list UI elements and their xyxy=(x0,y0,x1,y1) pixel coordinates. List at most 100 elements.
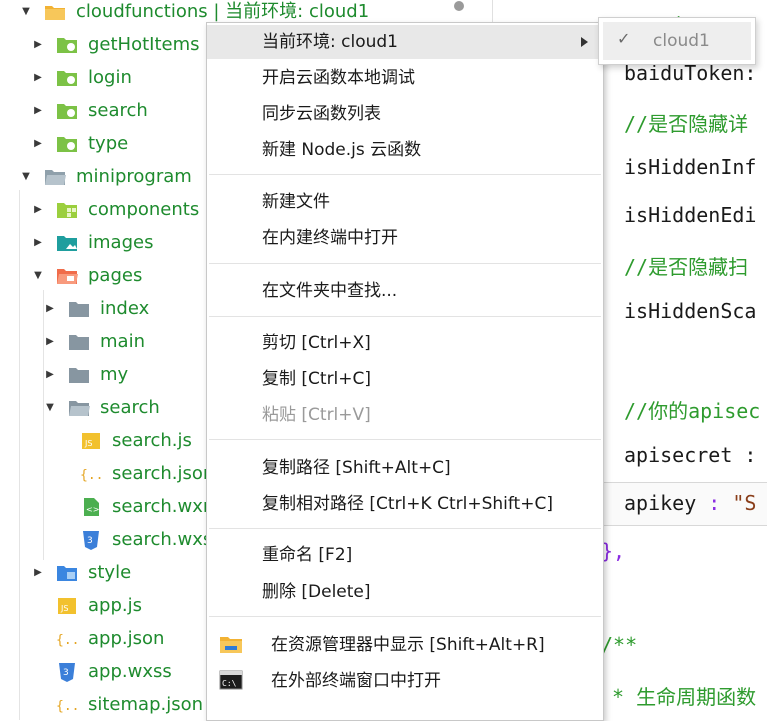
folder-gray-open-icon xyxy=(69,401,90,416)
tree-item-label: sitemap.json xyxy=(88,694,204,715)
chevron-right-icon[interactable]: ▶ xyxy=(32,61,44,94)
folder-pages-icon xyxy=(57,269,78,284)
submenu-item-cloud1[interactable]: ✓ cloud1 xyxy=(603,22,751,60)
menu-item-label: 在内建终端中打开 xyxy=(262,228,398,248)
tree-item-label: type xyxy=(88,133,129,154)
menu-item-rename[interactable]: 重命名 [F2] xyxy=(207,538,603,572)
menu-item-new-file[interactable]: 新建文件 xyxy=(207,185,603,219)
folder-green-icon xyxy=(57,137,77,152)
tree-item-label: pages xyxy=(88,265,143,286)
code-token: apisecret xyxy=(624,443,733,467)
chevron-right-icon[interactable]: ▶ xyxy=(44,292,56,325)
tree-item-label: images xyxy=(88,232,154,253)
folder-explorer-icon xyxy=(220,637,242,653)
menu-separator xyxy=(209,316,601,317)
svg-text:{..}: {..} xyxy=(80,468,102,483)
menu-item-label: 删除 [Delete] xyxy=(262,582,371,602)
submenu-item-label: cloud1 xyxy=(653,31,710,51)
chevron-right-icon[interactable]: ▶ xyxy=(32,226,44,259)
menu-item-copy-path[interactable]: 复制路径 [Shift+Alt+C] xyxy=(207,451,603,485)
folder-gray-icon xyxy=(69,368,89,383)
menu-item-label: 在资源管理器中显示 [Shift+Alt+R] xyxy=(271,635,545,655)
code-line: isHiddenInf xyxy=(624,155,757,179)
code-comment: * 生命周期函数 xyxy=(612,685,757,709)
menu-separator xyxy=(209,616,601,617)
menu-item-label: 重命名 [F2] xyxy=(262,545,353,565)
chevron-right-icon[interactable]: ▶ xyxy=(44,358,56,391)
menu-separator xyxy=(209,528,601,529)
menu-item-current-env[interactable]: 当前环境: cloud1 xyxy=(207,25,603,59)
tree-item-label: components xyxy=(88,199,200,220)
checkmark-icon: ✓ xyxy=(617,29,631,48)
folder-open-icon xyxy=(45,170,66,185)
wxss-file-icon: 3 xyxy=(83,531,99,550)
code-comment: /** xyxy=(601,633,638,657)
chevron-down-icon[interactable]: ▼ xyxy=(32,259,44,292)
menu-item-label: 复制相对路径 [Ctrl+K Ctrl+Shift+C] xyxy=(262,494,553,514)
chevron-right-icon[interactable]: ▶ xyxy=(32,556,44,589)
chevron-right-icon[interactable]: ▶ xyxy=(32,28,44,61)
menu-item-label: 新建文件 xyxy=(262,192,330,212)
menu-item-open-in-terminal[interactable]: 在内建终端中打开 xyxy=(207,221,603,255)
menu-item-sync-list[interactable]: 同步云函数列表 xyxy=(207,97,603,131)
code-token: : xyxy=(696,491,733,515)
folder-green-icon xyxy=(57,104,77,119)
menu-separator xyxy=(209,263,601,264)
menu-item-label: 当前环境: cloud1 xyxy=(262,32,398,52)
code-line: }, xyxy=(601,539,626,563)
tree-item-label: miniprogram xyxy=(76,166,192,187)
code-comment: //你的apisec xyxy=(624,399,761,423)
chevron-right-icon[interactable]: ▶ xyxy=(32,94,44,127)
code-comment: //是否隐藏详 xyxy=(624,112,749,136)
menu-separator xyxy=(209,174,601,175)
chevron-right-icon[interactable]: ▶ xyxy=(32,193,44,226)
chevron-right-icon[interactable]: ▶ xyxy=(32,127,44,160)
menu-item-cut[interactable]: 剪切 [Ctrl+X] xyxy=(207,326,603,360)
svg-text:3: 3 xyxy=(63,668,69,678)
folder-components-icon xyxy=(57,203,77,218)
chevron-right-icon[interactable]: ▶ xyxy=(44,325,56,358)
menu-item-label: 复制路径 [Shift+Alt+C] xyxy=(262,458,451,478)
menu-item-paste: 粘贴 [Ctrl+V] xyxy=(207,398,603,432)
json-file-icon: {..} xyxy=(56,633,78,648)
menu-item-local-debug[interactable]: 开启云函数本地调试 xyxy=(207,61,603,95)
svg-text:JS: JS xyxy=(84,439,92,448)
svg-text:JS: JS xyxy=(60,604,68,613)
menu-item-copy-relative-path[interactable]: 复制相对路径 [Ctrl+K Ctrl+Shift+C] xyxy=(207,487,603,521)
code-line: apikey : "S xyxy=(624,491,756,515)
tree-item-label: style xyxy=(88,562,132,583)
folder-cloud-icon xyxy=(45,6,65,20)
folder-gray-icon xyxy=(69,302,89,317)
menu-item-label: 在文件夹中查找... xyxy=(262,281,398,301)
tree-item-label: main xyxy=(100,331,145,352)
menu-item-new-node-function[interactable]: 新建 Node.js 云函数 xyxy=(207,133,603,167)
menu-item-delete[interactable]: 删除 [Delete] xyxy=(207,575,603,609)
tree-item-label: login xyxy=(88,67,132,88)
terminal-icon: C:\ xyxy=(219,670,243,690)
menu-item-label: 同步云函数列表 xyxy=(262,104,381,124)
menu-item-find-in-folder[interactable]: 在文件夹中查找... xyxy=(207,274,603,308)
svg-text:3: 3 xyxy=(87,536,93,546)
tree-item-label: my xyxy=(100,364,129,385)
svg-text:{..}: {..} xyxy=(56,699,78,714)
code-line: apisecret : xyxy=(624,443,756,467)
menu-item-label: 新建 Node.js 云函数 xyxy=(262,140,422,160)
menu-item-reveal-in-explorer[interactable]: 在资源管理器中显示 [Shift+Alt+R] xyxy=(207,628,603,662)
menu-item-copy[interactable]: 复制 [Ctrl+C] xyxy=(207,362,603,396)
code-line: isHiddenSca xyxy=(624,299,757,323)
chevron-down-icon[interactable]: ▼ xyxy=(44,391,56,424)
chevron-down-icon[interactable]: ▼ xyxy=(20,0,32,28)
folder-green-icon xyxy=(57,38,77,53)
svg-text:{..}: {..} xyxy=(56,633,78,648)
json-file-icon: {..} xyxy=(80,468,102,483)
tree-item-label: search.json xyxy=(112,463,215,484)
tree-item-label: search xyxy=(100,397,160,418)
tree-item-label: getHotItems xyxy=(88,34,200,55)
svg-text:<>: <> xyxy=(86,505,99,514)
chevron-down-icon[interactable]: ▼ xyxy=(20,160,32,193)
code-line: isHiddenEdi xyxy=(624,203,757,227)
menu-item-open-external-terminal[interactable]: C:\ 在外部终端窗口中打开 xyxy=(207,664,603,698)
code-token: "S xyxy=(732,491,757,515)
menu-separator xyxy=(209,439,601,440)
tree-item-label: search.js xyxy=(112,430,192,451)
